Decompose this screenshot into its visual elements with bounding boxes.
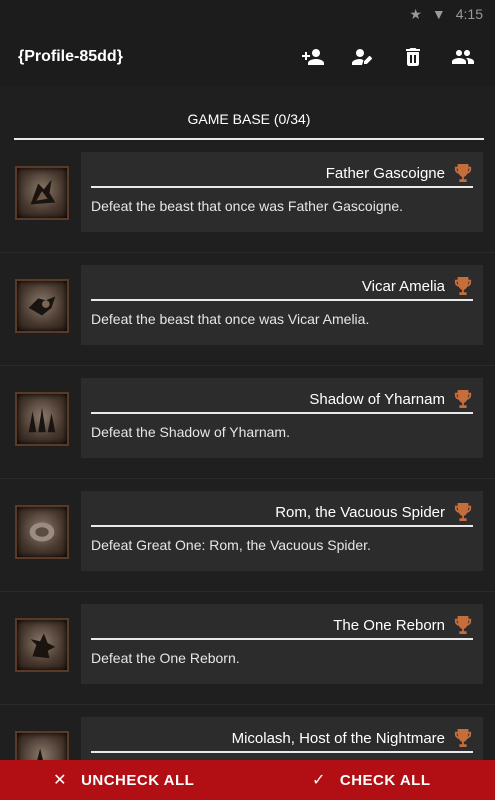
bronze-trophy-icon [453,163,473,183]
boss-art-icon [30,633,56,659]
trophy-card: Vicar Amelia Defeat the beast that once … [81,265,483,345]
bronze-trophy-icon [453,615,473,635]
boss-art-icon [29,522,55,542]
trophy-card: Shadow of Yharnam Defeat the Shadow of Y… [81,378,483,458]
delete-icon [406,48,420,66]
boss-art-icon [28,407,56,433]
trophy-description: Defeat the beast that once was Vicar Ame… [91,311,370,327]
list-item[interactable]: Shadow of Yharnam Defeat the Shadow of Y… [0,366,495,479]
boss-art-icon [28,296,56,316]
trophy-thumbnail [15,505,69,559]
boss-art-icon [30,179,56,205]
bronze-trophy-icon [453,276,473,296]
trophy-card: Rom, the Vacuous Spider Defeat Great One… [81,491,483,571]
trophy-description: Defeat the Shadow of Yharnam. [91,424,290,440]
trophy-card: Micolash, Host of the Nightmare [81,717,483,760]
trophy-thumbnail [15,166,69,220]
boss-art-icon [37,748,43,760]
trophy-title: Vicar Amelia [361,277,445,295]
trophy-title: The One Reborn [333,616,445,634]
trophy-title: Father Gascoigne [325,164,445,182]
trophy-title: Rom, the Vacuous Spider [275,503,445,521]
trophy-header: Shadow of Yharnam [91,386,473,414]
status-time: 4:15 [455,6,483,22]
trophy-header: Vicar Amelia [91,273,473,301]
check-all-button[interactable]: ✓ CHECK ALL [248,770,495,790]
trophy-header: Rom, the Vacuous Spider [91,499,473,527]
list-item[interactable]: Micolash, Host of the Nightmare [0,705,495,760]
trophy-thumbnail [15,279,69,333]
trophy-thumbnail [15,731,69,760]
app-bar: {Profile-85dd} [0,28,495,86]
trophy-thumbnail [15,392,69,446]
wifi-icon: ▼ [431,6,446,22]
group-icon [452,50,474,64]
check-all-label: CHECK ALL [339,771,431,789]
trophy-header: Micolash, Host of the Nightmare [91,725,473,753]
status-bar: ★ ▼ 4:15 [0,0,495,28]
page-title: {Profile-85dd} [18,48,123,65]
edit-icon [352,49,372,65]
trophy-description: Defeat the beast that once was Father Ga… [91,198,404,214]
group-button[interactable] [449,43,477,71]
list-item[interactable]: Vicar Amelia Defeat the beast that once … [0,253,495,366]
app-actions [299,43,477,71]
trophy-header: The One Reborn [91,612,473,640]
edit-button[interactable] [349,43,377,71]
trophy-card: The One Reborn Defeat the One Reborn. [81,604,483,684]
trophy-description: Defeat Great One: Rom, the Vacuous Spide… [91,537,371,553]
star-icon: ★ [409,5,422,22]
bronze-trophy-icon [453,502,473,522]
tab-game-base[interactable]: GAME BASE (0/34) [14,100,484,140]
trophy-description: Defeat the One Reborn. [91,650,240,666]
check-icon: ✓ [311,772,326,789]
add-person-button[interactable] [299,43,327,71]
list-item[interactable]: Father Gascoigne Defeat the beast that o… [0,140,495,253]
bronze-trophy-icon [453,728,473,748]
trophy-header: Father Gascoigne [91,160,473,188]
trophy-thumbnail [15,618,69,672]
bottom-action-bar: ✕ UNCHECK ALL ✓ CHECK ALL [0,760,495,800]
trophy-list: Father Gascoigne Defeat the beast that o… [0,140,495,760]
close-icon: ✕ [53,772,68,789]
list-item[interactable]: The One Reborn Defeat the One Reborn. [0,592,495,705]
uncheck-all-button[interactable]: ✕ UNCHECK ALL [0,770,248,790]
add-person-icon [302,49,324,65]
screen: ★ ▼ 4:15 {Profile-85dd} GAME BASE (0/34) [0,0,495,800]
bronze-trophy-icon [453,389,473,409]
uncheck-all-label: UNCHECK ALL [81,771,195,789]
list-item[interactable]: Rom, the Vacuous Spider Defeat Great One… [0,479,495,592]
delete-button[interactable] [399,43,427,71]
trophy-title: Micolash, Host of the Nightmare [231,729,445,747]
trophy-card: Father Gascoigne Defeat the beast that o… [81,152,483,232]
trophy-title: Shadow of Yharnam [309,390,445,408]
